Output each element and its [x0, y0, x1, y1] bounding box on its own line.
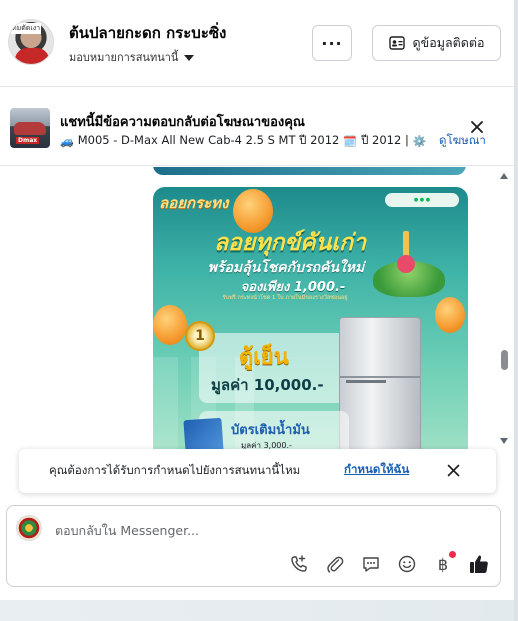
ad-reply-banner: Dmax แชทนี้มีข้อความตอบกลับต่อโฆษณาของคุ… [0, 88, 514, 166]
attach-button[interactable] [323, 552, 347, 576]
car-image [14, 122, 46, 135]
scroll-down-arrow[interactable] [500, 438, 508, 444]
rank-medal-icon: 1 [185, 321, 215, 351]
paperclip-icon [327, 556, 344, 573]
scroll-up-arrow[interactable] [500, 173, 508, 179]
emoji-button[interactable] [395, 552, 419, 576]
view-contact-button[interactable]: ดูข้อมูลติดต่อ [372, 25, 501, 61]
assignment-prompt: คุณต้องการได้รับการกำหนดไปยังการสนทนานี้… [19, 449, 496, 493]
bottom-background [0, 600, 514, 621]
more-options-button[interactable]: ··· [312, 25, 352, 61]
reply-composer[interactable]: ตอบกลับใน Messenger... ฿ [6, 505, 501, 587]
ad-subtitle-text: M005 - D-Max All New Cab-4 2.5 S MT ปี 2… [77, 133, 340, 147]
previous-image-message[interactable] [153, 167, 466, 175]
avatar[interactable]: ทีมตัดเงา [8, 19, 54, 65]
lantern-icon [435, 297, 465, 333]
call-button[interactable] [287, 552, 311, 576]
phone-plus-icon [291, 555, 307, 572]
view-ad-link[interactable]: ดูโฆษณา [439, 132, 486, 150]
thumbs-up-icon [470, 555, 488, 573]
promo-fine-print: รับฟรี กระทงนำโชค 1 ใบ ภายในมีของรางวัลซ… [222, 295, 348, 301]
gear-icon: ⚙️ [412, 134, 427, 148]
promo-headline: ลอยทุกข์คันเก่า [213, 230, 366, 256]
close-icon[interactable] [447, 464, 460, 477]
avatar-tag: ทีมตัดเงา [11, 23, 42, 34]
page-title: ต้นปลายกะดก กระบะซิ่ง [69, 24, 227, 42]
chat-bubble-icon [363, 557, 379, 572]
assign-to-me-link[interactable]: กำหนดให้ฉัน [344, 461, 409, 479]
page-avatar [16, 515, 42, 541]
calendar-icon: 🗓️ [343, 134, 358, 148]
reply-input-placeholder[interactable]: ตอบกลับใน Messenger... [55, 521, 199, 541]
caret-down-icon [184, 54, 195, 61]
car-icon: 🚙 [60, 134, 74, 148]
scrollbar-thumb[interactable] [501, 350, 508, 370]
assign-dropdown[interactable]: มอบหมายการสนทนานี้ [69, 48, 195, 66]
baht-icon: ฿ [437, 554, 449, 574]
notification-dot [449, 551, 456, 558]
promo-badge: ● ● ● [385, 193, 459, 207]
more-icon: ··· [321, 33, 343, 53]
fuel-card-name: บัตรเติมน้ำมัน [231, 423, 310, 438]
ad-subtitle-tail: ปี 2012 | [361, 133, 409, 147]
refrigerator-image [339, 317, 421, 467]
promo-brand: ลอยกระทง [159, 194, 229, 212]
ad-reply-title: แชทนี้มีข้อความตอบกลับต่อโฆษณาของคุณ [60, 115, 305, 130]
assignment-prompt-text: คุณต้องการได้รับการกำหนดไปยังการสนทนานี้… [49, 463, 301, 477]
payment-button[interactable]: ฿ [431, 551, 456, 576]
fridge-seam [340, 376, 420, 378]
prize-value: มูลค่า 10,000.- [211, 376, 324, 394]
view-contact-label: ดูข้อมูลติดต่อ [412, 35, 485, 50]
avatar-shirt [15, 48, 49, 64]
ad-reply-subtitle: 🚙 M005 - D-Max All New Cab-4 2.5 S MT ปี… [60, 132, 430, 150]
saved-replies-button[interactable] [359, 552, 383, 576]
composer-toolbar: ฿ [287, 551, 491, 576]
lantern-icon [153, 305, 187, 345]
close-icon[interactable] [470, 120, 484, 134]
contact-card-icon [388, 36, 405, 50]
window-edge [514, 0, 518, 621]
prize-name: ตู้เย็น [239, 345, 289, 370]
assign-label: มอบหมายการสนทนานี้ [69, 51, 179, 64]
conversation-header: ทีมตัดเงา ต้นปลายกะดก กระบะซิ่ง มอบหมายก… [0, 0, 514, 87]
smiley-icon [398, 555, 416, 573]
promo-image-message[interactable]: ลอยกระทง ● ● ● ลอยทุกข์คันเก่า พร้อมลุ้น… [153, 187, 468, 467]
conversation-panel: ทีมตัดเงา ต้นปลายกะดก กระบะซิ่ง มอบหมายก… [0, 0, 514, 600]
fridge-handle [346, 380, 386, 383]
ad-thumb-logo: Dmax [16, 137, 40, 144]
like-button[interactable] [467, 552, 491, 576]
ad-thumbnail[interactable]: Dmax [10, 108, 50, 148]
